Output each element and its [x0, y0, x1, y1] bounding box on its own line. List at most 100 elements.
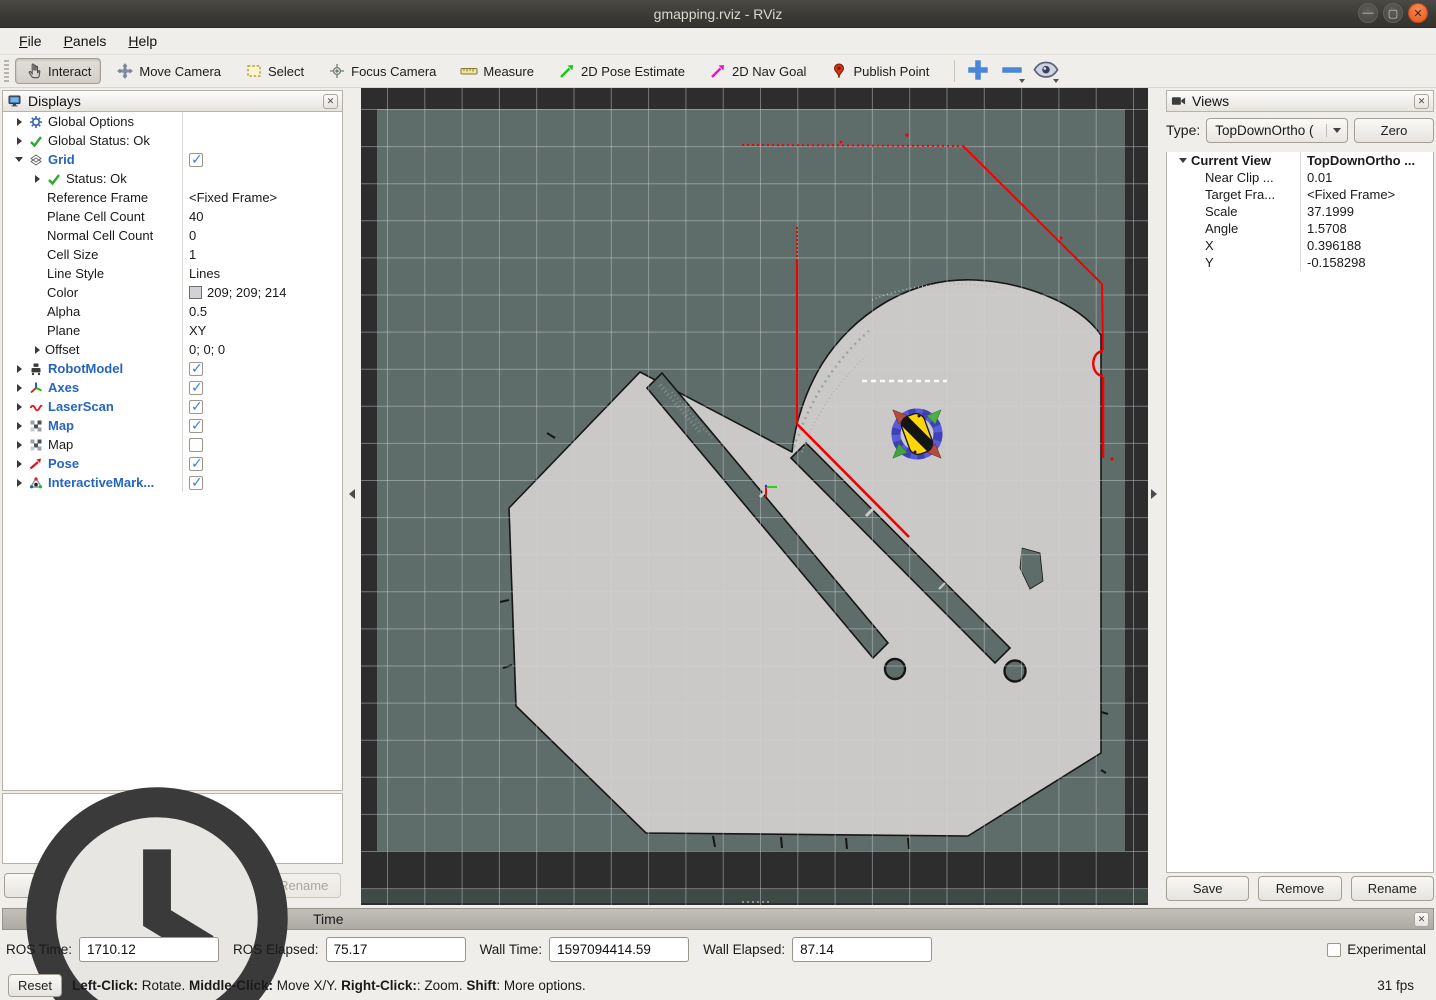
close-button[interactable]: ✕ — [1408, 3, 1428, 23]
expander-icon[interactable] — [11, 479, 27, 487]
expander-icon[interactable] — [29, 175, 45, 183]
menu-file[interactable]: File — [10, 30, 51, 52]
tool-2d-nav-goal[interactable]: 2D Nav Goal — [700, 59, 815, 83]
display-row-reference-frame[interactable]: Reference Frame<Fixed Frame> — [3, 188, 342, 207]
enable-checkbox[interactable] — [189, 457, 203, 471]
color-swatch[interactable] — [189, 286, 202, 299]
views-close-icon[interactable]: ✕ — [1414, 94, 1429, 109]
row-label: Cell Size — [47, 247, 98, 262]
minimize-button[interactable]: — — [1358, 3, 1378, 23]
expander-icon[interactable] — [11, 118, 27, 126]
expander-icon[interactable] — [11, 157, 27, 162]
maximize-button[interactable]: ▢ — [1383, 3, 1403, 23]
render-viewport[interactable] — [361, 88, 1148, 905]
tool-2d-pose-estimate[interactable]: 2D Pose Estimate — [549, 59, 694, 83]
enable-checkbox[interactable] — [189, 438, 203, 452]
expander-icon[interactable] — [11, 441, 27, 449]
display-row-line-style[interactable]: Line StyleLines — [3, 264, 342, 283]
expander-icon[interactable] — [11, 460, 27, 468]
view-row-near-clip-[interactable]: Near Clip ...0.01 — [1167, 169, 1433, 186]
tool-label: Select — [268, 64, 304, 79]
view-row-y[interactable]: Y-0.158298 — [1167, 254, 1433, 271]
display-row-laserscan[interactable]: LaserScan — [3, 397, 342, 416]
tool-measure[interactable]: Measure — [451, 59, 543, 83]
tool-select[interactable]: Select — [236, 59, 313, 83]
expander-icon[interactable] — [11, 422, 27, 430]
display-row-color[interactable]: Color209; 209; 214 — [3, 283, 342, 302]
display-row-cell-size[interactable]: Cell Size1 — [3, 245, 342, 264]
gear-icon — [27, 115, 45, 129]
views-panel-header[interactable]: Views ✕ — [1166, 90, 1434, 112]
expander-icon[interactable] — [11, 384, 27, 392]
view-row-angle[interactable]: Angle1.5708 — [1167, 220, 1433, 237]
view-row-x[interactable]: X0.396188 — [1167, 237, 1433, 254]
display-row-alpha[interactable]: Alpha0.5 — [3, 302, 342, 321]
tool-move-camera[interactable]: Move Camera — [107, 59, 230, 83]
splitter-collapse-left[interactable] — [349, 489, 355, 499]
wall-time-field[interactable] — [549, 937, 689, 962]
ros-time-field[interactable] — [79, 937, 219, 962]
time-close-icon[interactable]: ✕ — [1414, 912, 1429, 927]
expander-icon[interactable] — [29, 346, 45, 354]
tool-publish-point[interactable]: Publish Point — [821, 59, 938, 83]
displays-panel-header[interactable]: Displays ✕ — [2, 90, 343, 112]
view-row-target-fra-[interactable]: Target Fra...<Fixed Frame> — [1167, 186, 1433, 203]
display-row-status-ok[interactable]: Status: Ok — [3, 169, 342, 188]
enable-checkbox[interactable] — [189, 476, 203, 490]
enable-checkbox[interactable] — [189, 400, 203, 414]
splitter-collapse-right[interactable] — [1151, 489, 1157, 499]
display-row-interactivemark-[interactable]: InteractiveMark... — [3, 473, 342, 492]
toolbar-drag-handle[interactable] — [4, 60, 9, 82]
reset-button[interactable]: Reset — [8, 974, 62, 997]
expander-icon[interactable] — [1175, 158, 1191, 163]
row-label: Normal Cell Count — [47, 228, 153, 243]
time-panel-header[interactable]: Time ✕ — [2, 908, 1434, 930]
enable-checkbox[interactable] — [189, 419, 203, 433]
row-label: Plane — [47, 323, 80, 338]
rename-view-button[interactable]: Rename — [1351, 876, 1434, 901]
interactive-marker[interactable] — [893, 410, 941, 458]
view-row-current-view[interactable]: Current ViewTopDownOrtho ... — [1167, 152, 1433, 169]
time-panel: Time ✕ ROS Time:ROS Elapsed:Wall Time:Wa… — [2, 908, 1434, 968]
display-row-offset[interactable]: Offset0; 0; 0 — [3, 340, 342, 359]
grid-icon — [27, 153, 45, 167]
row-label: Status: Ok — [66, 171, 127, 186]
experimental-label: Experimental — [1347, 942, 1426, 957]
remove-view-button[interactable]: Remove — [1258, 876, 1341, 901]
splitter-handle-dots[interactable] — [742, 901, 769, 903]
menu-help[interactable]: Help — [119, 30, 166, 52]
display-row-map[interactable]: Map — [3, 435, 342, 454]
display-row-plane-cell-count[interactable]: Plane Cell Count40 — [3, 207, 342, 226]
display-row-robotmodel[interactable]: RobotModel — [3, 359, 342, 378]
display-row-global-status-ok[interactable]: Global Status: Ok — [3, 131, 342, 150]
experimental-checkbox[interactable] — [1327, 943, 1341, 957]
display-row-normal-cell-count[interactable]: Normal Cell Count0 — [3, 226, 342, 245]
wall-elapsed-field[interactable] — [792, 937, 932, 962]
tool-focus-camera[interactable]: Focus Camera — [319, 59, 445, 83]
map-icon — [27, 419, 45, 433]
enable-checkbox[interactable] — [189, 381, 203, 395]
visibility-button[interactable] — [1033, 59, 1059, 83]
display-row-axes[interactable]: Axes — [3, 378, 342, 397]
zoom-in-button[interactable] — [965, 59, 991, 83]
display-row-global-options[interactable]: Global Options — [3, 112, 342, 131]
row-label: Pose — [48, 456, 79, 471]
displays-close-icon[interactable]: ✕ — [323, 94, 338, 109]
view-type-combo[interactable]: TopDownOrtho ( — [1206, 118, 1348, 143]
expander-icon[interactable] — [11, 403, 27, 411]
expander-icon[interactable] — [11, 365, 27, 373]
zoom-out-button[interactable] — [999, 59, 1025, 83]
enable-checkbox[interactable] — [189, 362, 203, 376]
zero-button[interactable]: Zero — [1354, 118, 1434, 143]
expander-icon[interactable] — [11, 137, 27, 145]
tool-interact[interactable]: Interact — [15, 58, 101, 84]
save-view-button[interactable]: Save — [1166, 876, 1249, 901]
display-row-pose[interactable]: Pose — [3, 454, 342, 473]
display-row-grid[interactable]: Grid — [3, 150, 342, 169]
display-row-plane[interactable]: PlaneXY — [3, 321, 342, 340]
ros-elapsed-field[interactable] — [326, 937, 466, 962]
menu-panels[interactable]: Panels — [55, 30, 116, 52]
enable-checkbox[interactable] — [189, 153, 203, 167]
view-row-scale[interactable]: Scale37.1999 — [1167, 203, 1433, 220]
display-row-map[interactable]: Map — [3, 416, 342, 435]
